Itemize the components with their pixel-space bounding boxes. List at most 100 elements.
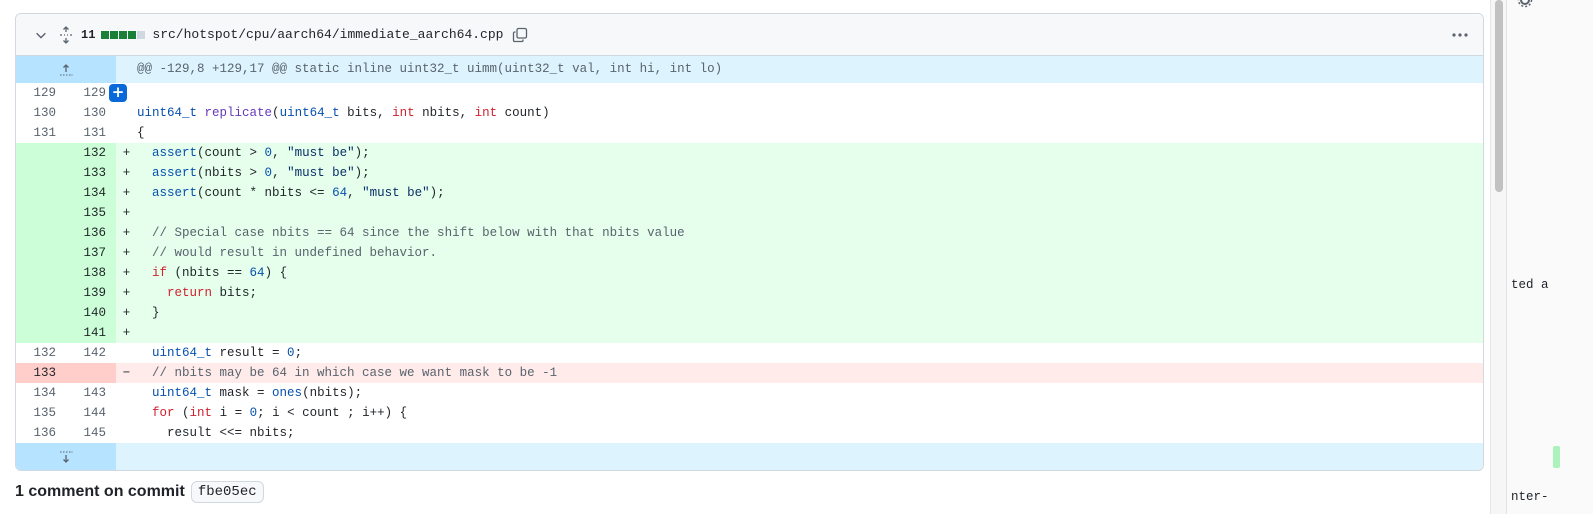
added-line: 141 + (16, 323, 1483, 343)
chevron-down-icon[interactable] (33, 27, 49, 43)
context-line: 132 142 uint64_t result = 0; (16, 343, 1483, 363)
expand-down-button[interactable] (16, 443, 116, 470)
copy-icon[interactable] (512, 27, 528, 43)
new-line-number[interactable]: 138 (66, 263, 116, 283)
old-line-number[interactable]: 129 (16, 83, 66, 103)
new-line-number[interactable]: 139 (66, 283, 116, 303)
old-line-number[interactable] (16, 283, 66, 303)
commit-sha-link[interactable]: fbe05ec (190, 481, 264, 503)
diff-sign (116, 343, 137, 363)
code-line: uint64_t replicate(uint64_t bits, int nb… (137, 103, 1483, 123)
page-scrollbar[interactable] (1490, 0, 1506, 514)
new-line-number[interactable]: 144 (66, 403, 116, 423)
diff-sign: + (116, 183, 137, 203)
old-line-number[interactable] (16, 143, 66, 163)
code-token: // nbits may be 64 in which case we want… (152, 366, 558, 380)
diff-sign-text: + (122, 286, 131, 300)
code-token: (count > (197, 146, 265, 160)
new-line-number[interactable]: 136 (66, 223, 116, 243)
new-line-number[interactable]: 143 (66, 383, 116, 403)
diff-sign-text: + (122, 246, 131, 260)
code-line: // would result in undefined behavior. (137, 243, 1483, 263)
old-line-number[interactable]: 131 (16, 123, 66, 143)
gear-icon[interactable] (1517, 0, 1533, 8)
added-line: 137 + // would result in undefined behavi… (16, 243, 1483, 263)
old-line-number[interactable] (16, 323, 66, 343)
new-line-number[interactable]: 142 (66, 343, 116, 363)
old-line-number[interactable] (16, 243, 66, 263)
old-line-number[interactable] (16, 163, 66, 183)
code-token: "must be" (362, 186, 430, 200)
old-line-number[interactable]: 130 (16, 103, 66, 123)
diff-sign-text: + (122, 206, 131, 220)
context-line: 136 145 result <<= nbits; (16, 423, 1483, 443)
diff-sign-text: + (122, 226, 131, 240)
code-token: , (272, 146, 288, 160)
old-line-number[interactable] (16, 183, 66, 203)
scrollbar-thumb[interactable] (1495, 0, 1503, 192)
code-line: result <<= nbits; (137, 423, 1483, 443)
code-token: ); (429, 186, 445, 200)
file-header: 11 src/hotspot/cpu/aarch64/immediate_aar… (16, 14, 1483, 56)
code-token: 64 (332, 186, 348, 200)
old-line-number[interactable]: 133 (16, 363, 66, 383)
old-line-number[interactable] (16, 203, 66, 223)
new-line-number[interactable]: 133 (66, 163, 116, 183)
new-line-number[interactable]: 131 (66, 123, 116, 143)
old-line-number[interactable] (16, 223, 66, 243)
code-token: { (137, 126, 145, 140)
code-token: assert (152, 166, 198, 180)
side-text-2: nter- (1511, 490, 1549, 504)
diff-sign (116, 423, 137, 443)
diff-sign-text: + (122, 186, 131, 200)
file-path[interactable]: src/hotspot/cpu/aarch64/immediate_aarch6… (152, 27, 503, 42)
old-line-number[interactable]: 132 (16, 343, 66, 363)
diffstat-square (101, 30, 110, 39)
new-line-number[interactable]: 134 (66, 183, 116, 203)
added-line: 133 + assert(nbits > 0, "must be"); (16, 163, 1483, 183)
code-token: assert (152, 186, 198, 200)
new-line-number[interactable]: 140 (66, 303, 116, 323)
old-line-number[interactable] (16, 303, 66, 323)
diff-sign-text: − (122, 366, 131, 380)
code-line: // nbits may be 64 in which case we want… (137, 363, 1483, 383)
kebab-horizontal-icon[interactable] (1451, 26, 1469, 44)
new-line-number[interactable] (66, 363, 116, 383)
code-token: assert (152, 146, 198, 160)
old-line-number[interactable]: 136 (16, 423, 66, 443)
new-line-number[interactable]: 135 (66, 203, 116, 223)
code-token: int (189, 406, 213, 420)
code-token: i = (212, 406, 250, 420)
code-line: uint64_t result = 0; (137, 343, 1483, 363)
old-line-number[interactable]: 135 (16, 403, 66, 423)
code-token: ; i < count ; i++) { (257, 406, 408, 420)
new-line-number[interactable]: 137 (66, 243, 116, 263)
old-line-number[interactable] (16, 263, 66, 283)
code-token: 0 (287, 346, 295, 360)
old-line-number[interactable]: 134 (16, 383, 66, 403)
code-token: if (152, 266, 168, 280)
code-token: // would result in undefined behavior. (152, 246, 438, 260)
code-token: nbits, (414, 106, 475, 120)
code-token: uint64_t (152, 346, 213, 360)
new-line-number[interactable]: 132 (66, 143, 116, 163)
code-token: int (474, 106, 498, 120)
code-token: 0 (249, 406, 258, 420)
unfold-icon[interactable] (58, 25, 74, 44)
code-token: 0 (264, 146, 273, 160)
new-line-number[interactable]: 145 (66, 423, 116, 443)
code-token: result <<= nbits; (137, 426, 295, 440)
side-text-1: ted a (1511, 278, 1549, 292)
expand-up-button[interactable] (16, 56, 116, 83)
side-panel: ted a nter- (1506, 0, 1593, 514)
new-line-number[interactable]: 141 (66, 323, 116, 343)
new-line-number[interactable]: 130 (66, 103, 116, 123)
code-token: (nbits == (167, 266, 250, 280)
code-token: ( (272, 106, 280, 120)
add-comment-button[interactable]: + (109, 84, 127, 102)
